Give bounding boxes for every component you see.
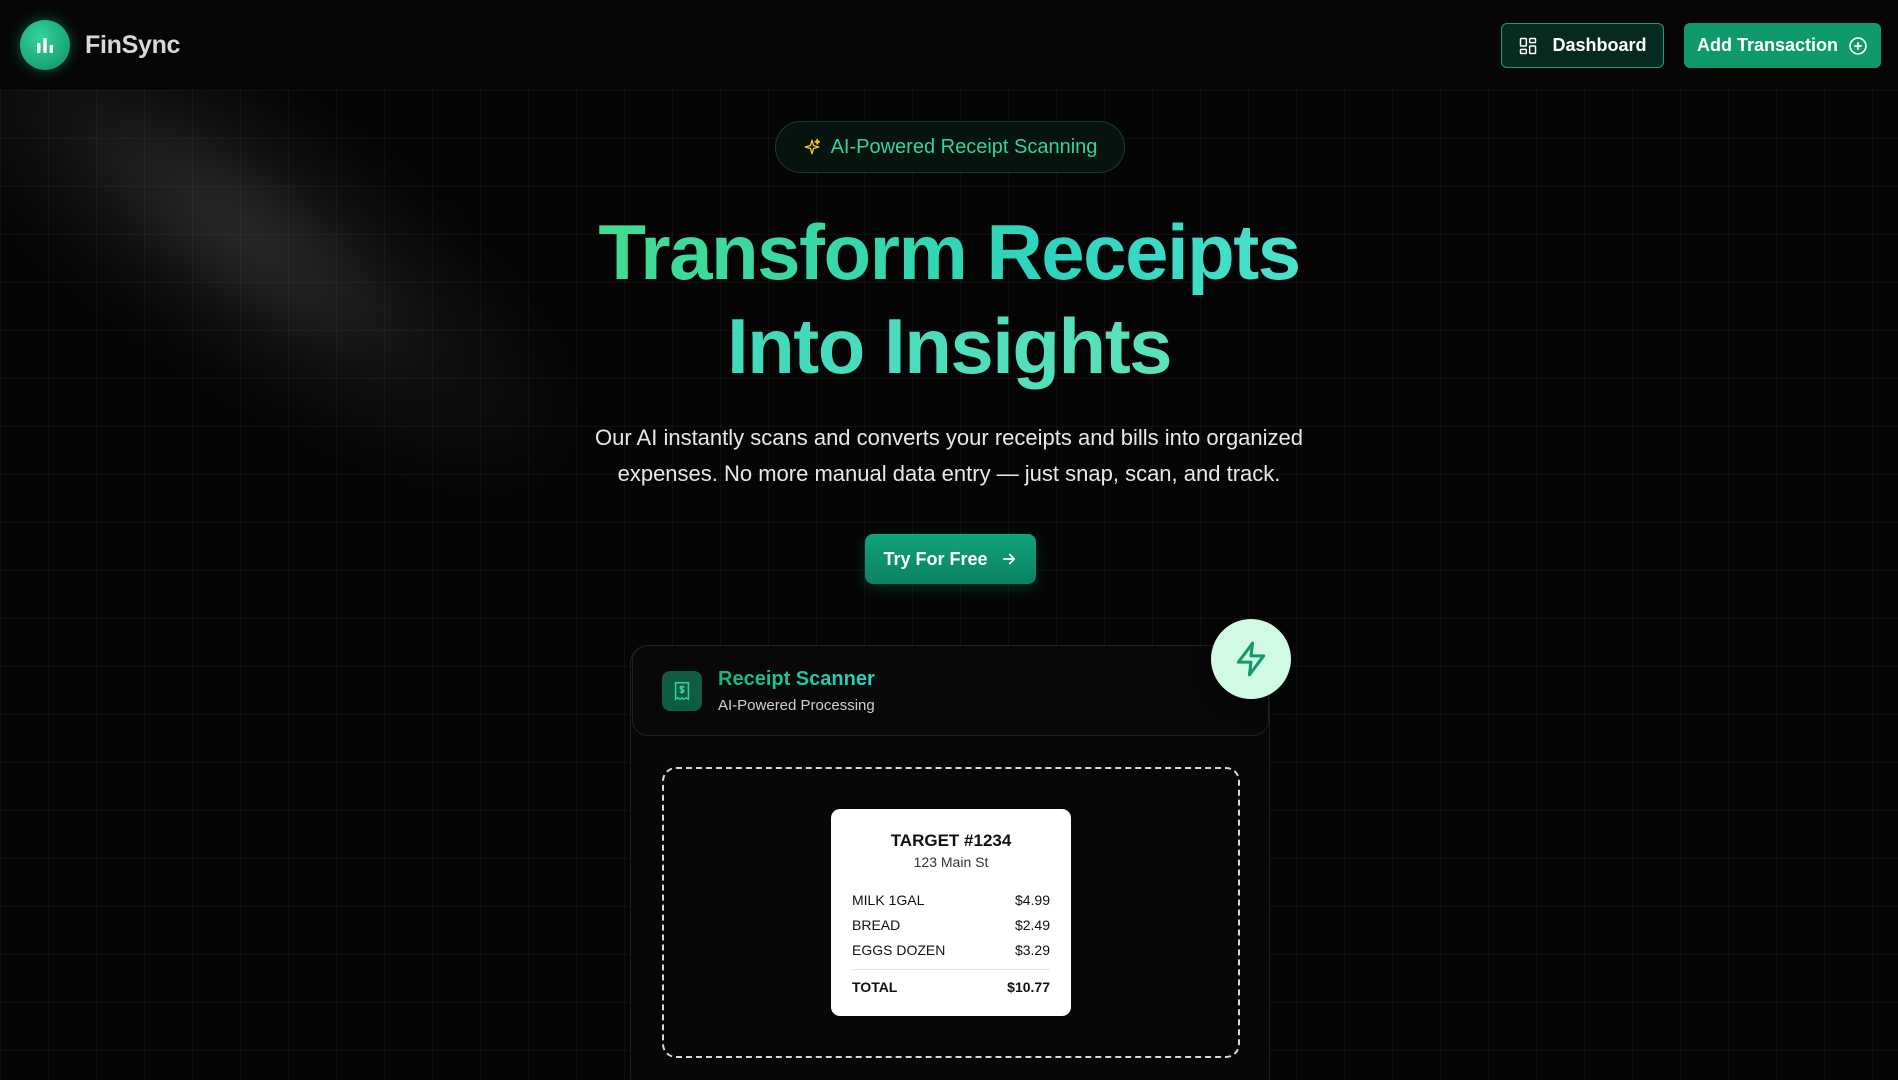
receipt-line-item: BREAD $2.49: [852, 913, 1050, 938]
ai-badge: AI-Powered Receipt Scanning: [775, 121, 1125, 173]
brand-name: FinSync: [85, 30, 181, 59]
brand-logo[interactable]: FinSync: [20, 20, 180, 70]
receipt-icon: [662, 671, 702, 711]
arrow-right-icon: [1000, 550, 1018, 568]
sparkles-icon: [803, 138, 821, 156]
total-label: TOTAL: [852, 979, 898, 995]
item-price: $3.29: [1014, 942, 1050, 958]
try-for-free-label: Try For Free: [883, 548, 988, 569]
item-price: $2.49: [1014, 917, 1050, 933]
dashboard-button[interactable]: Dashboard: [1501, 23, 1664, 68]
hero-title: Transform Receipts Into Insights: [449, 205, 1449, 393]
hero-title-line2: Into Insights: [449, 299, 1449, 393]
bar-chart-icon: [20, 20, 70, 70]
plus-circle-icon: [1848, 36, 1868, 56]
receipt-total: TOTAL $10.77: [852, 969, 1050, 995]
lightning-icon: [1232, 640, 1270, 678]
item-name: EGGS DOZEN: [852, 942, 946, 958]
top-nav: FinSync Dashboard Add Transaction: [0, 0, 1898, 90]
receipt-line-item: MILK 1GAL $4.99: [852, 888, 1050, 913]
item-name: MILK 1GAL: [852, 892, 925, 908]
receipt-address: 123 Main St: [913, 854, 989, 870]
hero-subtitle-line2: expenses. No more manual data entry — ju…: [617, 461, 1281, 486]
badge-label: AI-Powered Receipt Scanning: [830, 135, 1098, 158]
landing-page: FinSync Dashboard Add Transaction AI-Pow…: [0, 0, 1898, 1080]
receipt-items: MILK 1GAL $4.99 BREAD $2.49 EGGS DOZEN $…: [852, 888, 1050, 963]
hero-subtitle-line1: Our AI instantly scans and converts your…: [594, 425, 1304, 450]
hero-title-line1: Transform Receipts: [449, 205, 1449, 299]
try-for-free-button[interactable]: Try For Free: [865, 534, 1036, 584]
grid-icon: [1518, 36, 1538, 56]
add-transaction-button[interactable]: Add Transaction: [1684, 23, 1881, 68]
hero-subtitle: Our AI instantly scans and converts your…: [549, 420, 1349, 492]
quick-scan-button[interactable]: [1211, 619, 1291, 699]
item-price: $4.99: [1014, 892, 1050, 908]
item-name: BREAD: [852, 917, 901, 933]
receipt-preview: TARGET #1234 123 Main St MILK 1GAL $4.99…: [831, 809, 1071, 1016]
receipt-line-item: EGGS DOZEN $3.29: [852, 938, 1050, 963]
total-value: $10.77: [1007, 979, 1050, 995]
scanner-subtitle: AI-Powered Processing: [718, 697, 875, 714]
receipt-store: TARGET #1234: [890, 831, 1012, 850]
scanner-title: Receipt Scanner: [718, 668, 875, 690]
add-transaction-label: Add Transaction: [1696, 35, 1839, 55]
dashboard-label: Dashboard: [1552, 35, 1647, 55]
